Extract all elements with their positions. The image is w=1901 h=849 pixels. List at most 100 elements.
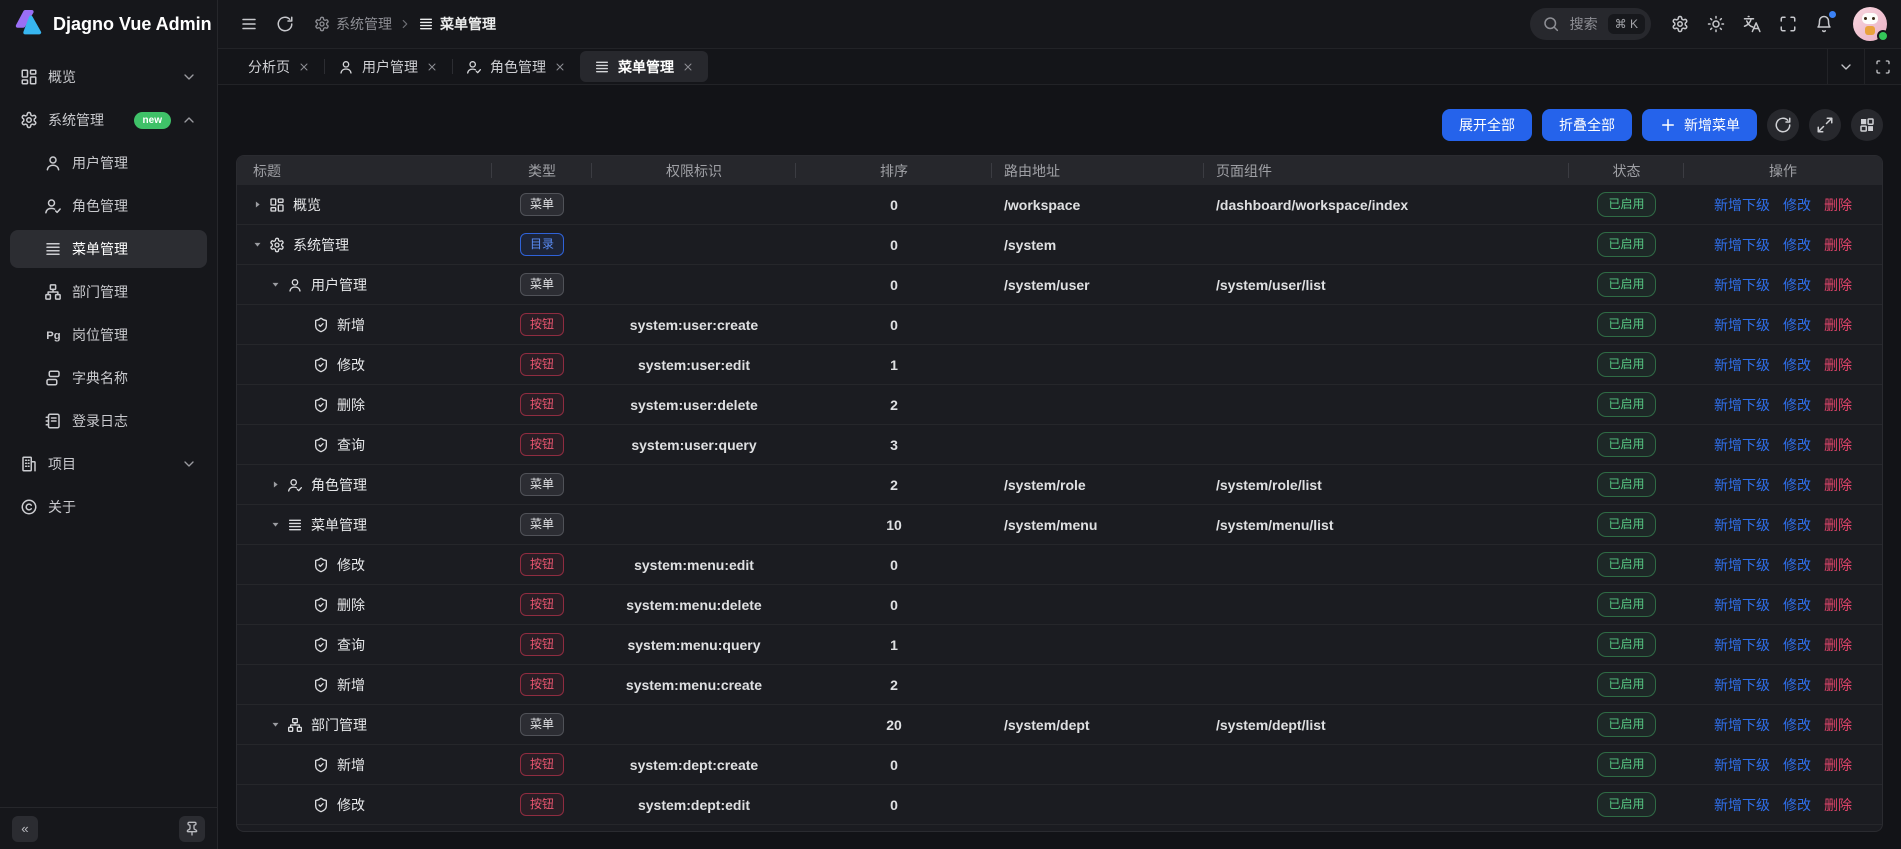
theme-toggle-button[interactable] [1701, 9, 1731, 39]
collapse-all-button[interactable]: 折叠全部 [1542, 109, 1632, 141]
action-add-child[interactable]: 新增下级 [1714, 715, 1770, 735]
action-edit[interactable]: 修改 [1783, 555, 1811, 575]
action-delete[interactable]: 删除 [1824, 195, 1852, 215]
row-title: 菜单管理 [311, 515, 367, 535]
action-add-child[interactable]: 新增下级 [1714, 275, 1770, 295]
action-delete[interactable]: 删除 [1824, 395, 1852, 415]
action-add-child[interactable]: 新增下级 [1714, 395, 1770, 415]
expand-caret-icon[interactable] [269, 718, 287, 731]
expand-caret-icon[interactable] [269, 278, 287, 291]
action-add-child[interactable]: 新增下级 [1714, 755, 1770, 775]
type-badge: 菜单 [520, 273, 564, 295]
content-maximize-button[interactable] [1864, 49, 1901, 84]
action-add-child[interactable]: 新增下级 [1714, 675, 1770, 695]
action-delete[interactable]: 删除 [1824, 355, 1852, 375]
avatar[interactable] [1853, 7, 1887, 41]
tab-analysis[interactable]: 分析页 [234, 49, 324, 84]
action-edit[interactable]: 修改 [1783, 355, 1811, 375]
logo[interactable]: Djagno Vue Admin [0, 0, 217, 48]
sort-value: 0 [890, 797, 898, 813]
close-icon[interactable] [298, 61, 310, 73]
action-edit[interactable]: 修改 [1783, 475, 1811, 495]
action-add-child[interactable]: 新增下级 [1714, 355, 1770, 375]
action-edit[interactable]: 修改 [1783, 795, 1811, 815]
fullscreen-button[interactable] [1773, 9, 1803, 39]
column-settings-button[interactable] [1851, 109, 1883, 141]
action-edit[interactable]: 修改 [1783, 755, 1811, 775]
cell-component [1204, 545, 1569, 584]
close-icon[interactable] [426, 61, 438, 73]
breadcrumb-item-system[interactable]: 系统管理 [314, 14, 392, 34]
action-edit[interactable]: 修改 [1783, 635, 1811, 655]
action-delete[interactable]: 删除 [1824, 595, 1852, 615]
add-menu-button[interactable]: 新增菜单 [1642, 109, 1757, 141]
action-edit[interactable]: 修改 [1783, 595, 1811, 615]
action-edit[interactable]: 修改 [1783, 315, 1811, 335]
action-delete[interactable]: 删除 [1824, 635, 1852, 655]
close-icon[interactable] [554, 61, 566, 73]
action-edit[interactable]: 修改 [1783, 675, 1811, 695]
action-add-child[interactable]: 新增下级 [1714, 475, 1770, 495]
action-add-child[interactable]: 新增下级 [1714, 315, 1770, 335]
expand-all-button[interactable]: 展开全部 [1442, 109, 1532, 141]
action-delete[interactable]: 删除 [1824, 435, 1852, 455]
action-edit[interactable]: 修改 [1783, 235, 1811, 255]
sidebar-item-roles[interactable]: 角色管理 [10, 187, 207, 225]
tab-list-dropdown-button[interactable] [1827, 49, 1864, 84]
sidebar-item-logs[interactable]: 登录日志 [10, 402, 207, 440]
action-add-child[interactable]: 新增下级 [1714, 235, 1770, 255]
sidebar-item-users[interactable]: 用户管理 [10, 144, 207, 182]
action-delete[interactable]: 删除 [1824, 235, 1852, 255]
notifications-button[interactable] [1809, 9, 1839, 39]
tab-menus[interactable]: 菜单管理 [580, 51, 708, 82]
action-delete[interactable]: 删除 [1824, 795, 1852, 815]
sidebar-item-menus[interactable]: 菜单管理 [10, 230, 207, 268]
table-fullscreen-button[interactable] [1809, 109, 1841, 141]
sidebar-item-system[interactable]: 系统管理new [10, 101, 207, 139]
action-delete[interactable]: 删除 [1824, 675, 1852, 695]
action-add-child[interactable]: 新增下级 [1714, 195, 1770, 215]
action-delete[interactable]: 删除 [1824, 515, 1852, 535]
action-delete[interactable]: 删除 [1824, 555, 1852, 575]
tab-users[interactable]: 用户管理 [324, 49, 452, 84]
action-delete[interactable]: 删除 [1824, 475, 1852, 495]
sidebar-item-depts[interactable]: 部门管理 [10, 273, 207, 311]
action-edit[interactable]: 修改 [1783, 195, 1811, 215]
sidebar-collapse-button[interactable]: « [12, 816, 38, 842]
sidebar-item-posts[interactable]: Pg岗位管理 [10, 316, 207, 354]
action-delete[interactable]: 删除 [1824, 715, 1852, 735]
action-add-child[interactable]: 新增下级 [1714, 435, 1770, 455]
sidebar-item-overview[interactable]: 概览 [10, 58, 207, 96]
breadcrumb-item-menus[interactable]: 菜单管理 [418, 14, 496, 34]
expand-caret-icon[interactable] [269, 518, 287, 531]
type-badge: 按钮 [520, 553, 564, 575]
action-edit[interactable]: 修改 [1783, 395, 1811, 415]
action-delete[interactable]: 删除 [1824, 755, 1852, 775]
action-add-child[interactable]: 新增下级 [1714, 795, 1770, 815]
sidebar-item-about[interactable]: 关于 [10, 488, 207, 526]
action-edit[interactable]: 修改 [1783, 715, 1811, 735]
language-button[interactable] [1737, 9, 1767, 39]
action-add-child[interactable]: 新增下级 [1714, 555, 1770, 575]
sidebar-item-dict[interactable]: 字典名称 [10, 359, 207, 397]
tab-roles[interactable]: 角色管理 [452, 49, 580, 84]
settings-button[interactable] [1665, 9, 1695, 39]
close-icon[interactable] [682, 61, 694, 73]
action-delete[interactable]: 删除 [1824, 275, 1852, 295]
search-input[interactable]: 搜索 ⌘ K [1530, 8, 1651, 40]
action-add-child[interactable]: 新增下级 [1714, 635, 1770, 655]
action-edit[interactable]: 修改 [1783, 435, 1811, 455]
action-delete[interactable]: 删除 [1824, 315, 1852, 335]
expand-caret-icon[interactable] [251, 238, 269, 251]
action-add-child[interactable]: 新增下级 [1714, 595, 1770, 615]
sidebar-pin-button[interactable] [179, 816, 205, 842]
table-refresh-button[interactable] [1767, 109, 1799, 141]
action-edit[interactable]: 修改 [1783, 515, 1811, 535]
expand-caret-icon[interactable] [269, 478, 287, 491]
sidebar-toggle-button[interactable] [234, 9, 264, 39]
action-edit[interactable]: 修改 [1783, 275, 1811, 295]
expand-caret-icon[interactable] [251, 198, 269, 211]
refresh-page-button[interactable] [270, 9, 300, 39]
action-add-child[interactable]: 新增下级 [1714, 515, 1770, 535]
sidebar-item-project[interactable]: 项目 [10, 445, 207, 483]
